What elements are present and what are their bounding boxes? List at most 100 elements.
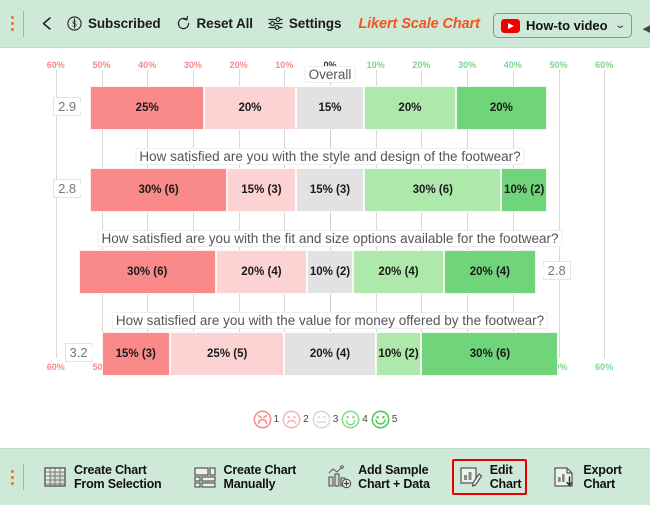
chart-pencil-icon [458,464,484,490]
chart-row-score: 2.9 [53,97,82,116]
x-axis-tick-label: 20% [412,60,431,70]
drag-grip-bottom[interactable] [5,469,19,485]
chart-segment[interactable]: 30% (6) [364,168,502,212]
chart-segment[interactable]: 15% [295,86,365,130]
legend-item[interactable]: 1 [253,410,280,429]
create-chart-manually-label: Create Chart Manually [224,463,297,492]
export-chart-label: Export Chart [583,462,622,492]
legend-item-number: 2 [303,414,309,425]
bottom-toolbar-divider [23,464,24,490]
form-layout-icon [192,464,218,490]
panel-collapse-arrow-icon[interactable]: ◀ [643,22,650,35]
legend-item-number: 5 [391,414,398,425]
chart-panel: 60%60%50%50%40%40%30%30%20%20%10%10%0%0%… [0,48,650,440]
likert-chart-plot: 60%60%50%50%40%40%30%30%20%20%10%10%0%0%… [0,48,650,440]
add-sample-chart-data-button[interactable]: Add Sample Chart + Data [320,459,436,496]
legend-item[interactable]: 3 [312,410,338,429]
chart-row-score: 2.8 [53,179,82,198]
label-line1: Create Chart [74,462,147,477]
back-button[interactable] [32,11,59,36]
label-line1: Add Sample [358,462,429,477]
chart-segment[interactable]: 20% [204,86,296,130]
very-sad-face-icon [253,410,272,429]
chart-segment[interactable]: 15% (3) [295,168,365,212]
toolbar-divider [23,10,24,37]
label-line2: From Selection [74,477,162,491]
chart-bar-row: 15% (3) 25% (5) 20% (4) 10% (2) 30% (6) [101,332,559,376]
x-axis-tick-label: 30% [458,60,477,70]
chart-segment[interactable]: 15% (3) [101,332,171,376]
x-axis-tick-label: 20% [229,60,248,70]
x-axis-tick-label: 60% [46,60,65,70]
x-axis-tick-label: 10% [366,60,385,70]
x-axis-tick-label: 50% [92,60,111,70]
youtube-icon [501,18,520,33]
chart-segment[interactable]: 15% (3) [227,168,296,212]
legend-item[interactable]: 4 [341,410,368,429]
edit-chart-label: Edit Chart [490,463,522,492]
how-to-video-label: How-to video [526,18,608,33]
label-line2: Chart + Data [358,477,430,491]
legend-item[interactable]: 2 [282,410,309,429]
chart-segment[interactable]: 25% [90,86,205,130]
neutral-face-icon [312,410,331,429]
very-happy-face-icon [371,410,390,429]
chart-row-label: How satisfied are you with the fit and s… [97,230,563,247]
x-axis-tick-label: 30% [183,60,202,70]
export-chart-button[interactable]: Export Chart [545,459,627,496]
label-line2: Chart [583,477,616,491]
subscribed-button[interactable]: S Subscribed [59,11,168,36]
reset-all-button[interactable]: Reset All [168,11,260,36]
settings-button[interactable]: Settings [260,11,348,36]
x-axis-tick-label: 40% [138,60,157,70]
chart-row-score: 3.2 [64,343,93,362]
sliders-icon [267,15,284,32]
chart-bar-row: 30% (6) 15% (3) 15% (3) 30% (6) 10% (2) [90,168,548,212]
chevron-down-icon[interactable]: ⌄ [614,20,626,31]
table-grid-icon [42,464,68,490]
subscribed-label: Subscribed [88,16,161,31]
dollar-circle-icon: S [66,15,83,32]
legend-item-number: 1 [273,414,280,425]
chart-bar-row: 25% 20% 15% 20% 20% [90,86,548,130]
add-sample-chart-data-label: Add Sample Chart + Data [358,463,430,492]
chart-segment[interactable]: 20% [455,86,548,130]
bottom-toolbar: Create Chart From Selection Create Chart… [0,448,650,505]
x-axis-tick-label: 10% [275,60,294,70]
back-arrow-icon [39,15,56,32]
chart-download-icon [551,464,577,490]
chart-segment[interactable]: 20% [364,86,456,130]
chart-row-score: 2.8 [542,261,571,280]
top-toolbar: S Subscribed Reset All [0,0,650,48]
sad-face-icon [282,410,301,429]
reset-all-label: Reset All [196,16,253,31]
chart-segment[interactable]: 10% (2) [375,332,422,376]
chart-segment[interactable]: 10% (2) [501,168,548,212]
label-line1: Edit [489,462,513,477]
x-axis-tick-label: 60% [46,362,65,372]
label-line2: Chart [489,477,522,491]
create-chart-manually-button[interactable]: Create Chart Manually [186,459,303,496]
chart-segment[interactable]: 20% (4) [444,250,536,294]
legend-item[interactable]: 5 [371,410,398,429]
chart-segment[interactable]: 10% (2) [307,250,353,294]
legend-item-number: 4 [362,414,368,425]
create-chart-from-selection-button[interactable]: Create Chart From Selection [36,459,168,496]
chart-segment[interactable]: 25% (5) [170,332,285,376]
chart-segment[interactable]: 20% (4) [352,250,445,294]
chart-segment[interactable]: 20% (4) [215,250,308,294]
chart-segment[interactable]: 30% (6) [421,332,559,376]
chart-segment[interactable]: 30% (6) [78,250,216,294]
chart-segment[interactable]: 30% (6) [90,168,228,212]
chart-row-label: Overall [304,66,356,83]
chart-plus-icon [326,464,352,490]
x-axis-tick-label: 60% [595,362,614,372]
how-to-video-button[interactable]: How-to video ⌄ [493,13,632,38]
label-line1: Export [583,462,622,477]
drag-grip[interactable] [5,16,19,31]
chart-row-label: How satisfied are you with the style and… [135,148,525,165]
x-axis-tick-label: 40% [503,60,522,70]
chart-segment[interactable]: 20% (4) [284,332,376,376]
edit-chart-button[interactable]: Edit Chart [451,458,528,496]
gridline [558,70,560,358]
